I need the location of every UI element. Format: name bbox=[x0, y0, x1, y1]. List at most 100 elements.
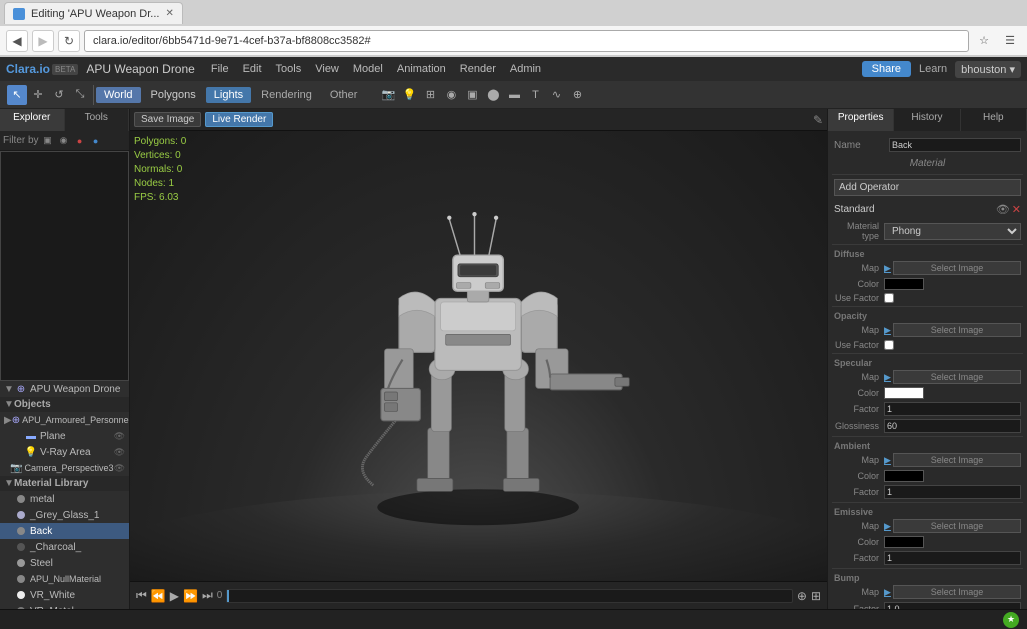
toolbar-btn-select[interactable]: ↖ bbox=[7, 85, 27, 105]
ambient-color-swatch[interactable] bbox=[884, 470, 924, 482]
emissive-factor-input[interactable] bbox=[884, 551, 1021, 565]
props-tab-history[interactable]: History bbox=[894, 109, 960, 131]
url-bar[interactable] bbox=[84, 30, 969, 52]
timeline-end-button[interactable]: ⏭ bbox=[202, 588, 213, 603]
toolbar-btn-plane[interactable]: ▬ bbox=[504, 85, 524, 105]
tree-item-steel[interactable]: Steel bbox=[0, 555, 129, 571]
eyeball-icon[interactable]: 👁 bbox=[996, 203, 1010, 216]
timeline-track[interactable] bbox=[226, 589, 793, 603]
toolbar-btn-text[interactable]: T bbox=[525, 85, 545, 105]
tree-item-grey-glass[interactable]: _Grey_Glass_1 bbox=[0, 507, 129, 523]
timeline-prev-button[interactable]: ⏪ bbox=[151, 589, 166, 603]
menu-admin[interactable]: Admin bbox=[504, 61, 547, 77]
toolbar-btn-rotate[interactable]: ↺ bbox=[49, 85, 69, 105]
forward-button[interactable]: ▶ bbox=[32, 30, 54, 52]
toolbar-btn-scale[interactable]: ⤡ bbox=[70, 85, 90, 105]
timeline-start-button[interactable]: ⏮ bbox=[136, 588, 147, 603]
tree-item-apu[interactable]: ▶ ⊕ APU_Armoured_Personnel_U... 👁 bbox=[0, 412, 129, 428]
filter-icon-1[interactable]: ▣ bbox=[41, 134, 55, 148]
ambient-select-image[interactable]: Select Image bbox=[893, 453, 1021, 467]
timeline-play-button[interactable]: ▶ bbox=[170, 589, 179, 603]
tree-section-materials[interactable]: ▼ Material Library bbox=[0, 476, 129, 491]
green-status-icon[interactable]: ★ bbox=[1003, 612, 1019, 628]
toolbar-btn-cylinder[interactable]: ⬤ bbox=[483, 85, 503, 105]
tab-lights[interactable]: Lights bbox=[206, 87, 251, 103]
menu-icon[interactable]: ☰ bbox=[999, 30, 1021, 52]
browser-tab[interactable]: Editing 'APU Weapon Dr... ✕ bbox=[4, 2, 183, 24]
toolbar-btn-sphere[interactable]: ◉ bbox=[441, 85, 461, 105]
filter-icon-3[interactable]: ● bbox=[73, 134, 87, 148]
menu-model[interactable]: Model bbox=[347, 61, 389, 77]
bump-factor-input[interactable] bbox=[884, 602, 1021, 609]
ambient-map-link[interactable]: ▶ bbox=[884, 455, 891, 466]
tree-item-camera[interactable]: 📷 Camera_Perspective3 👁 bbox=[0, 460, 129, 476]
menu-animation[interactable]: Animation bbox=[391, 61, 452, 77]
menu-edit[interactable]: Edit bbox=[237, 61, 268, 77]
bump-select-image[interactable]: Select Image bbox=[893, 585, 1021, 599]
emissive-select-image[interactable]: Select Image bbox=[893, 519, 1021, 533]
tree-item-back[interactable]: Back bbox=[0, 523, 129, 539]
sidebar-tab-tools[interactable]: Tools bbox=[65, 109, 130, 131]
opacity-usefactor-checkbox[interactable] bbox=[884, 340, 894, 350]
tab-polygons[interactable]: Polygons bbox=[143, 87, 204, 103]
close-icon[interactable]: ✕ bbox=[1012, 203, 1021, 216]
glossiness-input[interactable] bbox=[884, 419, 1021, 433]
toolbar-btn-light[interactable]: 💡 bbox=[399, 85, 419, 105]
emissive-color-swatch[interactable] bbox=[884, 536, 924, 548]
tree-item-plane[interactable]: ▬ Plane 👁 bbox=[0, 428, 129, 444]
specular-factor-input[interactable] bbox=[884, 402, 1021, 416]
diffuse-map-link[interactable]: ▶ bbox=[884, 263, 891, 274]
tree-item-vray-area[interactable]: 💡 V-Ray Area 👁 bbox=[0, 444, 129, 460]
use-factor-checkbox[interactable] bbox=[884, 293, 894, 303]
toolbar-btn-curve[interactable]: ∿ bbox=[546, 85, 566, 105]
filter-icon-4[interactable]: ● bbox=[89, 134, 103, 148]
name-input[interactable] bbox=[889, 138, 1021, 152]
filter-icon-2[interactable]: ◉ bbox=[57, 134, 71, 148]
ambient-factor-input[interactable] bbox=[884, 485, 1021, 499]
menu-view[interactable]: View bbox=[309, 61, 345, 77]
tab-close-button[interactable]: ✕ bbox=[165, 8, 173, 19]
toolbar-btn-extra[interactable]: ⊕ bbox=[567, 85, 587, 105]
bookmark-icon[interactable]: ☆ bbox=[973, 30, 995, 52]
tab-rendering[interactable]: Rendering bbox=[253, 87, 320, 103]
diffuse-select-image[interactable]: Select Image bbox=[893, 261, 1021, 275]
timeline-extra-btn2[interactable]: ⊞ bbox=[811, 589, 821, 603]
share-button[interactable]: Share bbox=[862, 61, 911, 77]
opacity-select-image[interactable]: Select Image bbox=[893, 323, 1021, 337]
sidebar-search[interactable] bbox=[0, 151, 129, 381]
timeline-extra-btn1[interactable]: ⊕ bbox=[797, 589, 807, 603]
tree-item-vr-white[interactable]: VR_White bbox=[0, 587, 129, 603]
user-button[interactable]: bhouston ▾ bbox=[955, 61, 1021, 78]
add-operator-button[interactable]: Add Operator bbox=[834, 179, 1021, 196]
tree-item-root[interactable]: ▼ ⊕ APU Weapon Drone bbox=[0, 381, 129, 397]
back-button[interactable]: ◀ bbox=[6, 30, 28, 52]
props-tab-help[interactable]: Help bbox=[961, 109, 1027, 131]
tree-item-charcoal[interactable]: _Charcoal_ bbox=[0, 539, 129, 555]
save-image-button[interactable]: Save Image bbox=[134, 112, 201, 127]
menu-render[interactable]: Render bbox=[454, 61, 502, 77]
viewport-canvas[interactable]: Polygons: 0 Vertices: 0 Normals: 0 Nodes… bbox=[130, 131, 827, 581]
specular-color-swatch[interactable] bbox=[884, 387, 924, 399]
reload-button[interactable]: ↻ bbox=[58, 30, 80, 52]
specular-select-image[interactable]: Select Image bbox=[893, 370, 1021, 384]
viewport-edit-icon[interactable]: ✎ bbox=[813, 113, 823, 127]
bump-map-link[interactable]: ▶ bbox=[884, 587, 891, 598]
visibility-icon[interactable]: 👁 bbox=[114, 447, 125, 458]
menu-tools[interactable]: Tools bbox=[270, 61, 308, 77]
toolbar-btn-camera[interactable]: 📷 bbox=[378, 85, 398, 105]
toolbar-btn-grid[interactable]: ⊞ bbox=[420, 85, 440, 105]
diffuse-color-swatch[interactable] bbox=[884, 278, 924, 290]
props-tab-properties[interactable]: Properties bbox=[828, 109, 894, 131]
tab-world[interactable]: World bbox=[96, 87, 141, 103]
menu-file[interactable]: File bbox=[205, 61, 235, 77]
opacity-map-link[interactable]: ▶ bbox=[884, 325, 891, 336]
learn-button[interactable]: Learn bbox=[913, 61, 953, 77]
material-type-select[interactable]: Phong bbox=[884, 223, 1021, 240]
emissive-map-link[interactable]: ▶ bbox=[884, 521, 891, 532]
live-render-button[interactable]: Live Render bbox=[205, 112, 273, 127]
specular-map-link[interactable]: ▶ bbox=[884, 372, 891, 383]
visibility-icon[interactable]: 👁 bbox=[114, 431, 125, 442]
toolbar-btn-cube[interactable]: ▣ bbox=[462, 85, 482, 105]
tab-other[interactable]: Other bbox=[322, 87, 366, 103]
visibility-icon[interactable]: 👁 bbox=[114, 463, 125, 474]
